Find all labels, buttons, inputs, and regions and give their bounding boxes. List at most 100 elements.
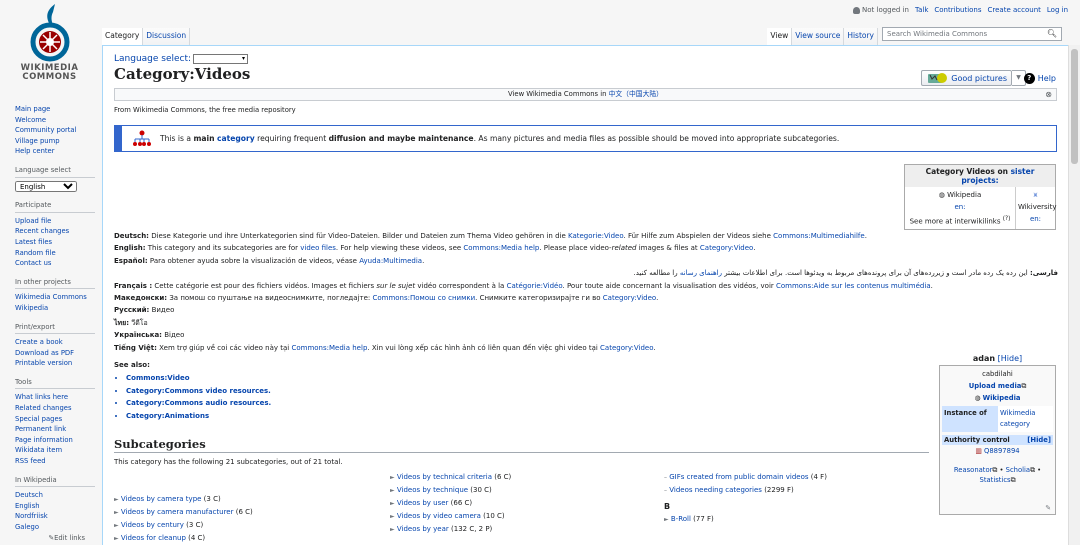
desc-de: Deutsch: Diese Kategorie und ihre Unterk… (114, 232, 867, 240)
desc-en-link-category-video[interactable]: Category:Video (700, 244, 753, 252)
upload-media-link[interactable]: Upload media⧉ (942, 380, 1053, 392)
wikidata-qid[interactable]: ▥ Q8897894 (942, 445, 1053, 457)
scrollbar-thumb[interactable] (1071, 49, 1078, 164)
sidebar-item-special-pages[interactable]: Special pages (15, 414, 95, 425)
desc-mk-link-pomosh[interactable]: Commons:Помош со снимки (372, 294, 475, 302)
sidebar-item-village-pump[interactable]: Village pump (15, 136, 95, 147)
sidebar-item-help-center[interactable]: Help center (15, 146, 95, 157)
sidebar-item-galego[interactable]: Galego (15, 522, 95, 533)
scrollbar[interactable] (1068, 45, 1080, 545)
sidebar-item-create-book[interactable]: Create a book (15, 337, 95, 348)
desc-fa-link-media-help[interactable]: راهنمای رسانه (680, 269, 722, 277)
log-in-link[interactable]: Log in (1047, 6, 1068, 14)
site-logo[interactable]: WIKIMEDIA COMMONS (12, 2, 87, 82)
notice-category-link[interactable]: category (217, 134, 255, 143)
help-link[interactable]: ? Help (1023, 73, 1056, 84)
sidebar-item-wikimedia-commons[interactable]: Wikimedia Commons (15, 292, 95, 303)
desc-de-link-kategorie-video[interactable]: Kategorie:Video (568, 232, 624, 240)
sister-wikiversity-en-link[interactable]: en: (1030, 215, 1041, 223)
sidebar-item-contact-us[interactable]: Contact us (15, 258, 95, 269)
close-icon[interactable]: ⊗ (1045, 89, 1052, 100)
search-input[interactable]: Search Wikimedia Commons 🔍︎ (882, 27, 1062, 41)
sidebar-item-random-file[interactable]: Random file (15, 248, 95, 259)
sidebar-item-community-portal[interactable]: Community portal (15, 125, 95, 136)
infobox-hide-link[interactable]: [Hide] (998, 354, 1022, 363)
desc-es-link-ayuda-multimedia[interactable]: Ayuda:Multimedia (359, 257, 422, 265)
list-item[interactable]: – Videos needing categories (2299 F) (664, 484, 827, 497)
dash-icon: – (664, 487, 667, 494)
sidebar-item-deutsch[interactable]: Deutsch (15, 490, 95, 501)
search-icon[interactable]: 🔍︎ (1047, 29, 1057, 38)
triangle-right-icon: ► (390, 487, 395, 494)
sister-wikipedia-en-link[interactable]: en: (954, 203, 965, 211)
instance-of-value-link[interactable]: Wikimedia category (998, 406, 1053, 432)
desc-vi-link-category-video[interactable]: Category:Video (600, 344, 653, 352)
tab-view[interactable]: View (767, 28, 793, 45)
sidebar-item-permanent-link[interactable]: Permanent link (15, 424, 95, 435)
content-language-dropdown[interactable]: ▾ (193, 54, 249, 64)
see-also-item[interactable]: Commons:Video (126, 372, 271, 385)
sidebar-navigation: Main page Welcome Community portal Villa… (15, 104, 95, 157)
sidebar-item-printable-version[interactable]: Printable version (15, 358, 95, 369)
help-superscript[interactable]: (?) (1003, 216, 1011, 222)
edit-links[interactable]: ✎Edit links (15, 533, 95, 544)
subcategories-heading: Subcategories (114, 437, 929, 453)
desc-en: English: This category and its subcatego… (114, 244, 756, 253)
sidebar-item-nordfriisk[interactable]: Nordfriisk (15, 511, 95, 522)
list-item[interactable]: ► Videos by technique (30 C) (390, 484, 511, 497)
sidebar-item-rss-feed[interactable]: RSS feed (15, 456, 95, 467)
list-item[interactable]: ► Videos by technical criteria (6 C) (390, 471, 511, 484)
sidebar-item-latest-files[interactable]: Latest files (15, 237, 95, 248)
desc-fr-link-aide-multimedia[interactable]: Commons:Aide sur les contenus multimédia (776, 282, 931, 290)
sidebar-item-welcome[interactable]: Welcome (15, 115, 95, 126)
sidebar-item-english[interactable]: English (15, 501, 95, 512)
talk-link[interactable]: Talk (915, 6, 928, 14)
list-item[interactable]: ► Videos by user (66 C) (390, 497, 511, 510)
scholia-link[interactable]: Scholia (1006, 466, 1030, 474)
good-pictures-button[interactable]: Good pictures (921, 70, 1012, 86)
desc-vi-link-media-help[interactable]: Commons:Media help (291, 344, 367, 352)
view-in-chinese-link[interactable]: 中文（中国大陆） (609, 90, 663, 98)
tab-history[interactable]: History (844, 28, 878, 45)
sister-projects-row: ◍ Wikipedia en: See more at interwikilin… (905, 187, 1057, 230)
see-also-item[interactable]: Category:Commons audio resources. (126, 397, 271, 410)
desc-fr-link-categorie-video[interactable]: Catégorie:Vidéo (507, 282, 563, 290)
sidebar-item-main-page[interactable]: Main page (15, 104, 95, 115)
desc-de-link-multimediahilfe[interactable]: Commons:Multimediahilfe (773, 232, 865, 240)
reasonator-link[interactable]: Reasonator (954, 466, 993, 474)
list-item[interactable]: – GIFs created from public domain videos… (664, 471, 827, 484)
see-also-item[interactable]: Category:Commons video resources. (126, 385, 271, 398)
list-item[interactable]: ► Videos by camera manufacturer (6 C) (114, 506, 253, 519)
sidebar-item-page-information[interactable]: Page information (15, 435, 95, 446)
list-item[interactable]: ► B-Roll (77 F) (664, 513, 827, 526)
authority-hide-link[interactable]: [Hide] (1027, 436, 1051, 444)
contributions-link[interactable]: Contributions (934, 6, 981, 14)
list-item[interactable]: ► Videos by century (3 C) (114, 519, 253, 532)
sidebar-item-related-changes[interactable]: Related changes (15, 403, 95, 414)
language-select-dropdown[interactable]: English (15, 180, 77, 192)
desc-en-link-video-files[interactable]: video files (300, 244, 336, 252)
tab-discussion[interactable]: Discussion (143, 28, 191, 45)
sidebar-item-recent-changes[interactable]: Recent changes (15, 226, 95, 237)
see-also-item[interactable]: Category:Animations (126, 410, 271, 423)
desc-mk-link-category-video[interactable]: Category:Video (603, 294, 656, 302)
sidebar-item-what-links-here[interactable]: What links here (15, 392, 95, 403)
tab-category[interactable]: Category (102, 28, 144, 45)
pencil-icon[interactable]: ✎ (1045, 504, 1051, 512)
sidebar-item-upload-file[interactable]: Upload file (15, 216, 95, 227)
content-language-select: Language select: ▾ (114, 54, 1057, 64)
list-item[interactable]: ► Videos by year (132 C, 2 P) (390, 523, 511, 536)
list-item[interactable]: ► Videos by camera type (3 C) (114, 493, 253, 506)
good-pictures-widget: Good pictures ▼ (921, 70, 1026, 86)
sidebar-item-wikidata-item[interactable]: Wikidata item (15, 445, 95, 456)
list-item[interactable]: ► Videos for cleanup (4 C) (114, 532, 253, 545)
sidebar-item-download-pdf[interactable]: Download as PDF (15, 348, 95, 359)
statistics-link[interactable]: Statistics (980, 476, 1011, 484)
create-account-link[interactable]: Create account (988, 6, 1041, 14)
infobox-wikipedia-link[interactable]: ◍ Wikipedia (942, 392, 1053, 404)
triangle-right-icon: ► (390, 500, 395, 507)
list-item[interactable]: ► Videos by video camera (10 C) (390, 510, 511, 523)
tab-view-source[interactable]: View source (792, 28, 845, 45)
desc-en-link-media-help[interactable]: Commons:Media help (463, 244, 539, 252)
sidebar-item-wikipedia[interactable]: Wikipedia (15, 303, 95, 314)
